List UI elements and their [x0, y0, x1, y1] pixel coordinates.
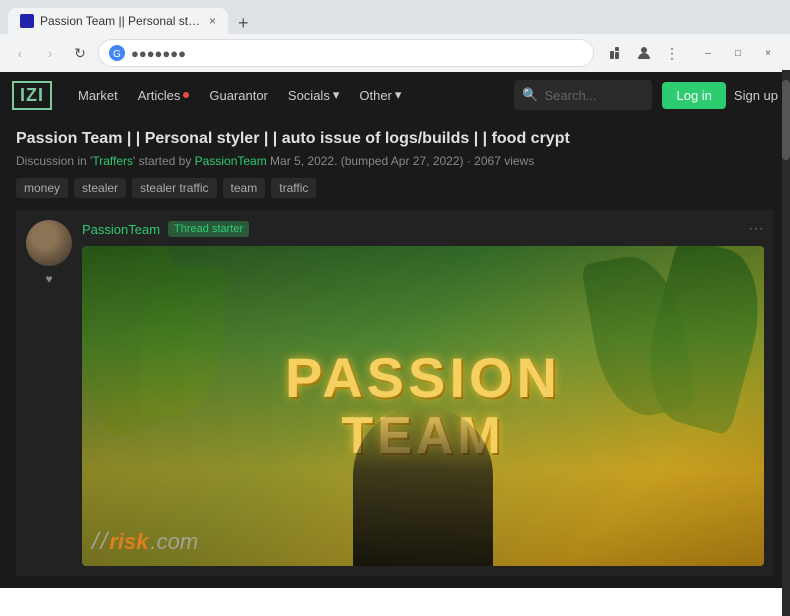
tab-favicon	[20, 14, 34, 28]
post-author-name[interactable]: PassionTeam	[82, 222, 160, 237]
heart-icon: ♥	[45, 272, 52, 286]
traffers-link[interactable]: Traffers	[92, 154, 133, 168]
signup-button[interactable]: Sign up	[734, 88, 778, 103]
minimize-button[interactable]: –	[694, 39, 722, 67]
watermark: / / risk .com	[92, 528, 198, 556]
figure-overlay	[353, 406, 493, 566]
post-meta: Discussion in 'Traffers' started by Pass…	[16, 154, 774, 168]
search-bar[interactable]: 🔍	[514, 80, 652, 110]
nav-guarantor[interactable]: Guarantor	[199, 72, 278, 118]
nav-other-label: Other	[359, 88, 392, 103]
nav-socials[interactable]: Socials ▾	[278, 72, 349, 118]
search-input[interactable]	[544, 88, 644, 103]
avatar-image	[26, 220, 72, 266]
socials-chevron-icon: ▾	[333, 87, 340, 103]
search-icon: 🔍	[522, 87, 538, 103]
menu-icon[interactable]: ⋮	[660, 41, 684, 65]
login-button[interactable]: Log in	[662, 82, 725, 109]
page-content: Passion Team | | Personal styler | | aut…	[0, 118, 790, 588]
nav-articles[interactable]: Articles	[128, 72, 200, 118]
tag-stealer[interactable]: stealer	[74, 178, 126, 198]
watermark-com: .com	[151, 529, 199, 555]
nav-guarantor-label: Guarantor	[209, 88, 268, 103]
reload-button[interactable]: ↻	[68, 41, 92, 65]
tab-title: Passion Team || Personal styler ||...	[40, 14, 203, 28]
tag-stealer-traffic[interactable]: stealer traffic	[132, 178, 216, 198]
extensions-icon[interactable]	[604, 41, 628, 65]
profile-icon[interactable]	[632, 41, 656, 65]
post-body: ♥ PassionTeam Thread starter ···	[16, 210, 774, 576]
post-left: ♥	[26, 220, 72, 566]
google-icon: G	[109, 45, 125, 61]
close-button[interactable]: ×	[754, 39, 782, 67]
nav-market[interactable]: Market	[68, 72, 128, 118]
watermark-slash2: /	[101, 528, 108, 556]
svg-text:G: G	[113, 49, 121, 60]
forward-button[interactable]: ›	[38, 41, 62, 65]
tag-team[interactable]: team	[223, 178, 266, 198]
nav-other[interactable]: Other ▾	[349, 72, 411, 118]
post-title: Passion Team | | Personal styler | | aut…	[16, 130, 774, 148]
post-options-button[interactable]: ···	[748, 220, 764, 238]
back-button[interactable]: ‹	[8, 41, 32, 65]
post-image: PASSION TEAM / / risk .com	[82, 246, 764, 566]
watermark-slash: /	[92, 528, 99, 556]
new-tab-button[interactable]: +	[232, 13, 255, 34]
avatar	[26, 220, 72, 266]
tab-close-button[interactable]: ×	[209, 14, 216, 28]
browser-tab[interactable]: Passion Team || Personal styler ||... ×	[8, 8, 228, 34]
tag-traffic[interactable]: traffic	[271, 178, 316, 198]
site-nav: IZI Market Articles Guarantor Socials ▾ …	[0, 72, 790, 118]
passion-word: PASSION	[285, 347, 561, 409]
address-bar[interactable]: G ●●●●●●●	[98, 39, 594, 67]
other-chevron-icon: ▾	[395, 87, 402, 103]
post-main: PassionTeam Thread starter ··· PASSION	[82, 220, 764, 566]
post-header: PassionTeam Thread starter ···	[82, 220, 764, 238]
site-logo[interactable]: IZI	[12, 81, 52, 110]
tag-money[interactable]: money	[16, 178, 68, 198]
articles-notification-dot	[183, 92, 189, 98]
nav-market-label: Market	[78, 88, 118, 103]
nav-articles-label: Articles	[138, 88, 181, 103]
watermark-risk: risk	[109, 529, 148, 555]
scroll-thumb[interactable]	[782, 80, 790, 160]
thread-starter-badge: Thread starter	[168, 221, 249, 237]
maximize-button[interactable]: □	[724, 39, 752, 67]
tags-container: money stealer stealer traffic team traff…	[16, 178, 774, 198]
address-text: ●●●●●●●	[131, 46, 583, 61]
scrollbar[interactable]	[782, 70, 790, 616]
author-link[interactable]: PassionTeam	[195, 154, 267, 168]
nav-socials-label: Socials	[288, 88, 330, 103]
nav-items: Market Articles Guarantor Socials ▾ Othe…	[68, 72, 514, 118]
